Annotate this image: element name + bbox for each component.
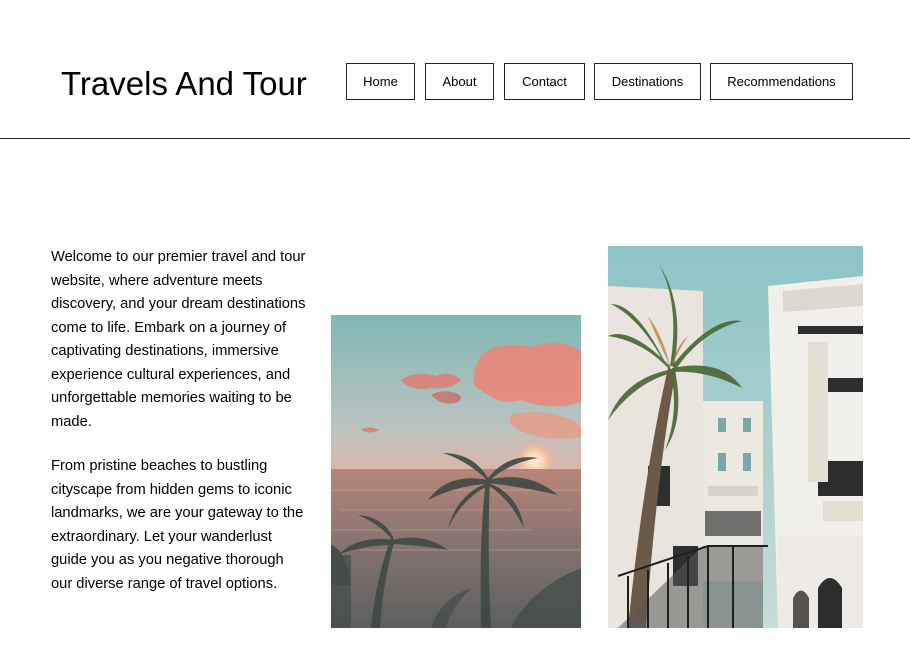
white-building-photo (608, 246, 863, 628)
nav-about-button[interactable]: About (425, 63, 494, 100)
sunset-beach-photo (331, 315, 581, 628)
intro-paragraph-2: From pristine beaches to bustling citysc… (51, 458, 304, 592)
nav-home-button[interactable]: Home (346, 63, 415, 100)
site-title: Travels And Tour (61, 65, 307, 102)
intro-text: Welcome to our premier travel and tour w… (51, 246, 309, 617)
nav-destinations-button[interactable]: Destinations (594, 63, 701, 100)
intro-paragraph-1: Welcome to our premier travel and tour w… (51, 249, 306, 430)
nav-recommendations-button[interactable]: Recommendations (710, 63, 853, 100)
site-header: Travels And Tour Home About Contact Dest… (0, 0, 910, 139)
nav-contact-button[interactable]: Contact (504, 63, 585, 100)
